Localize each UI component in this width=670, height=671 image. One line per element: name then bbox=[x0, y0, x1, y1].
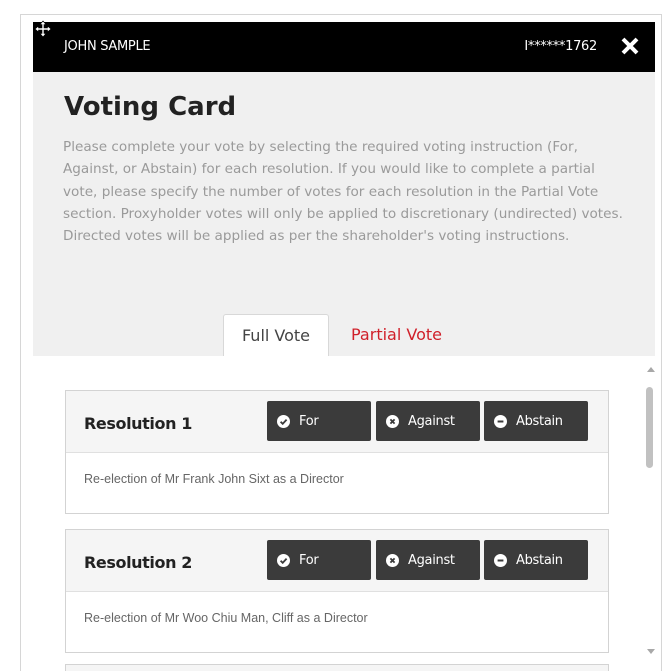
page-title: Voting Card bbox=[64, 92, 237, 122]
vote-for-label: For bbox=[299, 552, 319, 568]
scroll-up-arrow-icon[interactable] bbox=[647, 367, 655, 372]
vote-against-label: Against bbox=[408, 413, 455, 429]
move-arrows-icon[interactable] bbox=[34, 20, 52, 38]
scroll-thumb[interactable] bbox=[646, 387, 653, 468]
voting-card-header: Voting Card Please complete your vote by… bbox=[33, 72, 655, 357]
check-circle-icon bbox=[277, 553, 290, 567]
resolution-card: Resolution 1 For Against Abstain Re-elec… bbox=[65, 390, 609, 514]
resolution-title: Resolution 2 bbox=[84, 553, 192, 572]
minus-circle-icon bbox=[494, 414, 507, 428]
resolution-card: Resolution 2 For Against Abstain Re-elec… bbox=[65, 529, 609, 653]
check-circle-icon bbox=[277, 414, 290, 428]
vote-abstain-button[interactable]: Abstain bbox=[484, 540, 588, 580]
vote-abstain-button[interactable]: Abstain bbox=[484, 401, 588, 441]
vote-against-button[interactable]: Against bbox=[376, 401, 480, 441]
vote-against-button[interactable]: Against bbox=[376, 540, 480, 580]
x-circle-icon bbox=[386, 414, 399, 428]
scrollbar[interactable] bbox=[643, 362, 657, 671]
resolution-card-partial bbox=[65, 664, 609, 671]
vote-for-button[interactable]: For bbox=[267, 540, 371, 580]
resolutions-list: Resolution 1 For Against Abstain Re-elec… bbox=[33, 356, 655, 671]
close-icon[interactable] bbox=[619, 35, 641, 57]
tab-partial-vote[interactable]: Partial Vote bbox=[343, 314, 450, 357]
vote-abstain-label: Abstain bbox=[516, 552, 563, 568]
vote-abstain-label: Abstain bbox=[516, 413, 563, 429]
resolution-description: Re-election of Mr Frank John Sixt as a D… bbox=[84, 472, 344, 486]
vote-for-button[interactable]: For bbox=[267, 401, 371, 441]
resolution-header: Resolution 1 For Against Abstain bbox=[66, 391, 608, 453]
resolution-description: Re-election of Mr Woo Chiu Man, Cliff as… bbox=[84, 611, 368, 625]
account-number: I******1762 bbox=[524, 39, 597, 54]
resolution-title: Resolution 1 bbox=[84, 414, 192, 433]
minus-circle-icon bbox=[494, 553, 507, 567]
scroll-down-arrow-icon[interactable] bbox=[647, 649, 655, 654]
voting-instructions: Please complete your vote by selecting t… bbox=[63, 139, 623, 245]
title-bar: JOHN SAMPLE I******1762 bbox=[33, 22, 655, 72]
vote-against-label: Against bbox=[408, 552, 455, 568]
resolution-header: Resolution 2 For Against Abstain bbox=[66, 530, 608, 592]
x-circle-icon bbox=[386, 553, 399, 567]
tab-full-vote[interactable]: Full Vote bbox=[223, 314, 329, 357]
user-name: JOHN SAMPLE bbox=[64, 39, 151, 54]
vote-for-label: For bbox=[299, 413, 319, 429]
